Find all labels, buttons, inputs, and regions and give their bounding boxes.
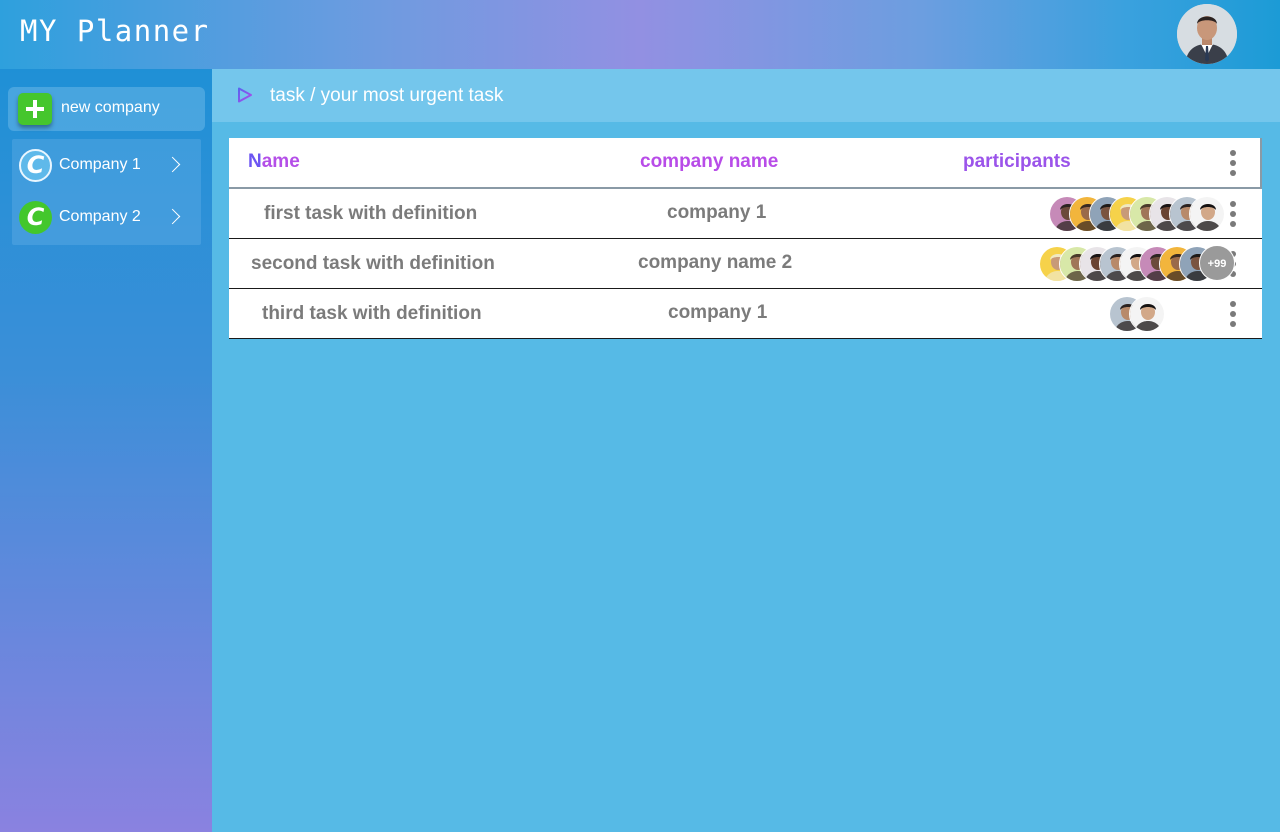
breadcrumb-text: task / your most urgent task <box>270 85 504 106</box>
user-avatar-image <box>1177 4 1237 64</box>
sidebar-item-label: Company 1 <box>59 156 141 173</box>
row-options-icon[interactable] <box>1229 201 1237 227</box>
column-header-name[interactable]: Name <box>248 151 300 173</box>
more-participants-badge[interactable]: +99 <box>1199 245 1235 281</box>
task-table: Name company name participants first tas… <box>229 138 1262 339</box>
task-name: first task with definition <box>264 203 478 224</box>
user-avatar[interactable] <box>1177 4 1237 64</box>
sidebar: new company C Company 1 C Company 2 <box>0 69 212 832</box>
row-options-icon[interactable] <box>1229 301 1237 327</box>
table-row[interactable]: first task with definition company 1 <box>229 189 1262 239</box>
chevron-right-icon <box>164 208 181 225</box>
sidebar-item-label: Company 2 <box>59 208 141 225</box>
task-company: company 1 <box>668 302 768 323</box>
app-title: MY Planner <box>20 14 210 48</box>
table-row[interactable]: third task with definition company 1 <box>229 289 1262 339</box>
play-icon <box>238 87 252 103</box>
sidebar-item-company-1[interactable]: C Company 1 <box>12 141 201 189</box>
task-company: company name 2 <box>638 252 793 273</box>
company-logo-icon: C <box>19 201 52 234</box>
top-header: MY Planner <box>0 0 1280 69</box>
company-list: C Company 1 C Company 2 <box>12 139 201 245</box>
participant-avatar[interactable] <box>1189 196 1225 232</box>
task-name: second task with definition <box>251 253 495 274</box>
breadcrumb: task / your most urgent task <box>212 69 1280 122</box>
new-company-button[interactable]: new company <box>8 87 205 131</box>
sidebar-item-company-2[interactable]: C Company 2 <box>12 193 201 241</box>
participant-avatars[interactable] <box>1109 296 1169 332</box>
column-header-company[interactable]: company name <box>640 151 778 173</box>
company-logo-icon: C <box>19 149 52 182</box>
task-name: third task with definition <box>262 303 482 324</box>
new-company-label: new company <box>61 99 160 116</box>
column-header-participants[interactable]: participants <box>963 151 1071 173</box>
task-company: company 1 <box>667 202 767 223</box>
more-options-icon[interactable] <box>1229 150 1237 176</box>
table-row[interactable]: second task with definition company name… <box>229 239 1262 289</box>
plus-icon <box>18 93 52 125</box>
table-header: Name company name participants <box>229 138 1262 189</box>
chevron-right-icon <box>164 156 181 173</box>
participant-avatar[interactable] <box>1129 296 1165 332</box>
participant-avatars[interactable] <box>1049 196 1229 232</box>
